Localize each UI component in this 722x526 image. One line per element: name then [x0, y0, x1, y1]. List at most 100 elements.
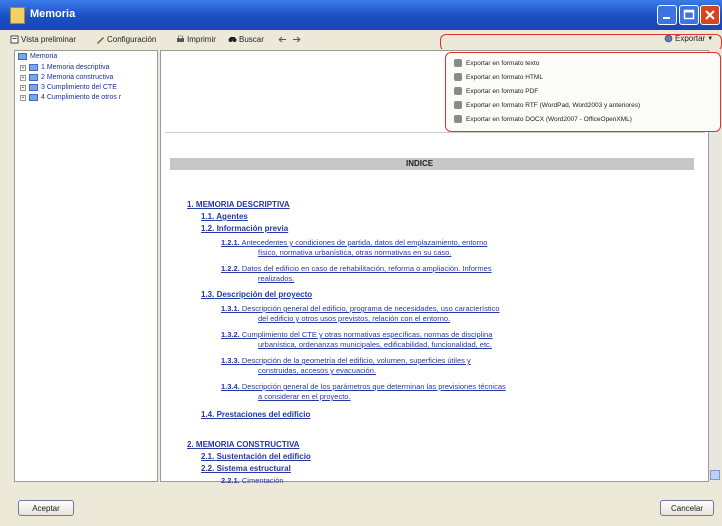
toc-entry-text: Descripción del proyecto — [216, 290, 313, 299]
toc-entry-text: Agentes — [216, 212, 248, 221]
tree-item[interactable]: + 3 Cumplimiento del CTE — [20, 84, 117, 91]
tree-item-label: 1 Memoria descriptiva — [41, 64, 110, 71]
cancel-button[interactable]: Cancelar — [660, 500, 714, 516]
toc-entry[interactable]: 1.3.3. Descripción de la geometría del e… — [221, 356, 471, 365]
toc-entry-number: 1.3.3. — [221, 356, 240, 365]
toc-entry-number: 2.1. — [201, 452, 215, 461]
document-icon — [454, 101, 462, 109]
toc-entry[interactable]: 1.3.2. Cumplimiento del CTE y otras norm… — [221, 330, 492, 339]
toc-entry-text: Cumplimiento del CTE y otras normativas … — [241, 330, 493, 339]
expand-icon: + — [20, 64, 26, 71]
accept-button[interactable]: Aceptar — [18, 500, 74, 516]
menu-item-label: Exportar en formato PDF — [466, 87, 539, 95]
folder-icon — [29, 74, 38, 81]
menu-item-label: Exportar en formato HTML — [466, 73, 543, 81]
print-button[interactable]: Imprimir — [176, 35, 216, 44]
toc-entry[interactable]: 2. MEMORIA CONSTRUCTIVA — [187, 440, 299, 449]
toc-entry-text: Descripción general de los parámetros qu… — [241, 382, 506, 391]
toc-entry[interactable]: 1.2.1. Antecedentes y condiciones de par… — [221, 238, 487, 247]
export-option-html[interactable]: Exportar en formato HTML — [454, 73, 543, 81]
tree-item[interactable]: + 1 Memoria descriptiva — [20, 64, 109, 71]
folder-icon — [29, 64, 38, 71]
toc-entry-number: 1.2.2. — [221, 264, 240, 273]
toc-entry[interactable]: 1.2.2. Datos del edificio en caso de reh… — [221, 264, 492, 273]
toc-entry-text: Antecedentes y condiciones de partida, d… — [241, 238, 488, 247]
toc-entry[interactable]: construidas, accesos y evacuación. — [258, 366, 376, 375]
tree-root-label: Memoria — [30, 53, 58, 60]
folder-icon — [18, 53, 27, 60]
export-highlight — [440, 34, 722, 51]
tree-item-label: 2 Memoria constructiva — [41, 74, 114, 81]
maximize-button[interactable] — [679, 5, 699, 25]
forward-button[interactable] — [292, 35, 301, 44]
window-title: Memoria — [30, 8, 76, 20]
toc-entry[interactable]: urbanística, ordenanzas municipales, edi… — [258, 340, 492, 349]
toc-entry-text: Sistema estructural — [216, 464, 291, 473]
preview-button[interactable]: Vista preliminar — [10, 35, 76, 44]
toc-entry-number: 1.3.4. — [221, 382, 240, 391]
toc-entry-text: del edificio y otros usos previstos, rel… — [258, 314, 451, 323]
toc-entry[interactable]: 1.3.1. Descripción general del edificio,… — [221, 304, 500, 313]
export-option-text[interactable]: Exportar en formato texto — [454, 59, 539, 67]
toc-entry[interactable]: 1. MEMORIA DESCRIPTIVA — [187, 200, 290, 209]
toc-entry[interactable]: físico, normativa urbanística, otras nor… — [258, 248, 451, 257]
menu-item-label: Exportar en formato RTF (WordPad, Word20… — [466, 101, 641, 109]
export-option-pdf[interactable]: Exportar en formato PDF — [454, 87, 538, 95]
forward-arrow-icon — [293, 36, 301, 43]
toc-entry-text: Información previa — [216, 224, 289, 233]
document-icon — [454, 87, 462, 95]
toc-entry-text: físico, normativa urbanística, otras nor… — [258, 248, 452, 257]
toc-entry[interactable]: a considerar en el proyecto. — [258, 392, 351, 401]
toc-entry[interactable]: del edificio y otros usos previstos, rel… — [258, 314, 450, 323]
toc-entry[interactable]: 1.3. Descripción del proyecto — [201, 290, 312, 299]
toc-entry[interactable]: 1.4. Prestaciones del edificio — [201, 410, 310, 419]
search-button[interactable]: Buscar — [228, 35, 264, 44]
toc-entry-number: 1.3.2. — [221, 330, 240, 339]
tree-item[interactable]: + 2 Memoria constructiva — [20, 74, 113, 81]
expand-icon: + — [20, 84, 26, 91]
toc-entry[interactable]: 2.1. Sustentación del edificio — [201, 452, 311, 461]
folder-icon — [29, 84, 38, 91]
toc-entry[interactable]: 1.1. Agentes — [201, 212, 248, 221]
export-menu: Exportar en formato texto Exportar en fo… — [445, 52, 721, 132]
minimize-button[interactable] — [657, 5, 677, 25]
toc-entry-text: Prestaciones del edificio — [216, 410, 311, 419]
toc-entry-text: Datos del edificio en caso de rehabilita… — [241, 264, 492, 273]
tree-item-label: 4 Cumplimiento de otros r — [41, 94, 122, 101]
tree-item[interactable]: + 4 Cumplimiento de otros r — [20, 94, 121, 101]
toc-entry-text: MEMORIA DESCRIPTIVA — [195, 200, 290, 209]
search-icon — [228, 37, 237, 42]
toc-entry-text: urbanística, ordenanzas municipales, edi… — [258, 340, 492, 349]
toc-entry-text: construidas, accesos y evacuación. — [258, 366, 376, 375]
scroll-down-arrow[interactable] — [710, 470, 720, 480]
toc-entry-number: 1.2. — [201, 224, 215, 233]
toc-entry[interactable]: realizados. — [258, 274, 294, 283]
print-label: Imprimir — [187, 35, 216, 44]
title-bar: Memoria — [0, 0, 722, 30]
toc-entry[interactable]: 2.2. Sistema estructural — [201, 464, 291, 473]
toc-entry-text: realizados. — [258, 274, 295, 283]
document-icon — [454, 115, 462, 123]
config-icon — [97, 37, 104, 44]
expand-icon: + — [20, 74, 26, 81]
app-icon — [10, 7, 25, 24]
back-button[interactable] — [278, 35, 287, 44]
toc-entry-text: MEMORIA CONSTRUCTIVA — [195, 440, 300, 449]
close-button[interactable] — [700, 5, 720, 25]
toc-entry-number: 1.3. — [201, 290, 215, 299]
toc-entry-number: 2. — [187, 440, 194, 449]
export-option-rtf[interactable]: Exportar en formato RTF (WordPad, Word20… — [454, 101, 640, 109]
section-tree: Memoria + 1 Memoria descriptiva + 2 Memo… — [14, 50, 158, 482]
tree-root[interactable]: Memoria — [18, 53, 57, 60]
toc-entry-text: Descripción general del edificio, progra… — [241, 304, 500, 313]
index-title: INDICE — [406, 159, 434, 168]
back-arrow-icon — [278, 36, 286, 43]
toc-entry[interactable]: 1.3.4. Descripción general de los paráme… — [221, 382, 506, 391]
config-button[interactable]: Configuración — [96, 35, 156, 44]
toc-entry-number: 1.1. — [201, 212, 215, 221]
document-icon — [454, 59, 462, 67]
toc-entry[interactable]: 1.2. Información previa — [201, 224, 288, 233]
preview-label: Vista preliminar — [21, 35, 76, 44]
export-option-docx[interactable]: Exportar en formato DOCX (Word2007 - Off… — [454, 115, 632, 123]
toc-entry-number: 1.3.1. — [221, 304, 240, 313]
